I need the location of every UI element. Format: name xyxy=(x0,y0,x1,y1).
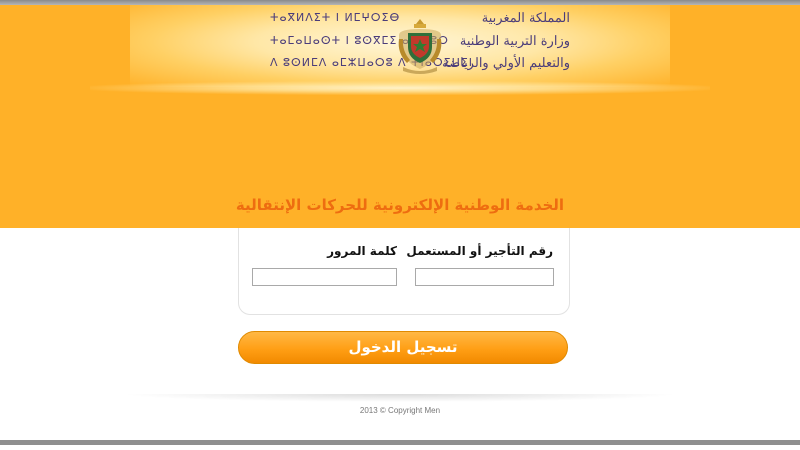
header-banner: ⵜⴰⴳⵍⴷⵉⵜ ⵏ ⵍⵎⵖⵔⵉⴱ ⵜⴰⵎⴰⵡⴰⵙⵜ ⵏ ⵓⵙⴳⵎⵉ ⴰⵏⴰⵎⵓⵔ… xyxy=(0,5,800,228)
footer-divider xyxy=(120,394,680,402)
arabic-line-3: والتعليم الأولي والرياضة xyxy=(442,56,570,71)
password-label: كلمة المرور xyxy=(327,244,397,258)
tifinagh-line-1: ⵜⴰⴳⵍⴷⵉⵜ ⵏ ⵍⵎⵖⵔⵉⴱ xyxy=(270,11,401,24)
arabic-line-1: المملكة المغربية xyxy=(481,11,570,26)
header-glow-line xyxy=(90,81,710,95)
username-input[interactable] xyxy=(415,268,554,286)
service-title: الخدمة الوطنية الإلكترونية للحركات الإنت… xyxy=(235,196,565,214)
arabic-line-2: وزارة التربية الوطنية xyxy=(459,34,570,49)
password-input[interactable] xyxy=(252,268,397,286)
username-label: رقم التأجير أو المستعمل xyxy=(406,244,553,258)
login-button[interactable]: تسجيل الدخول xyxy=(238,331,568,364)
copyright-text: 2013 © Copyright Men xyxy=(359,406,441,415)
login-form: رقم التأجير أو المستعمل كلمة المرور xyxy=(238,228,570,315)
bottom-bar xyxy=(0,440,800,445)
royal-coat-of-arms-icon xyxy=(398,19,442,74)
